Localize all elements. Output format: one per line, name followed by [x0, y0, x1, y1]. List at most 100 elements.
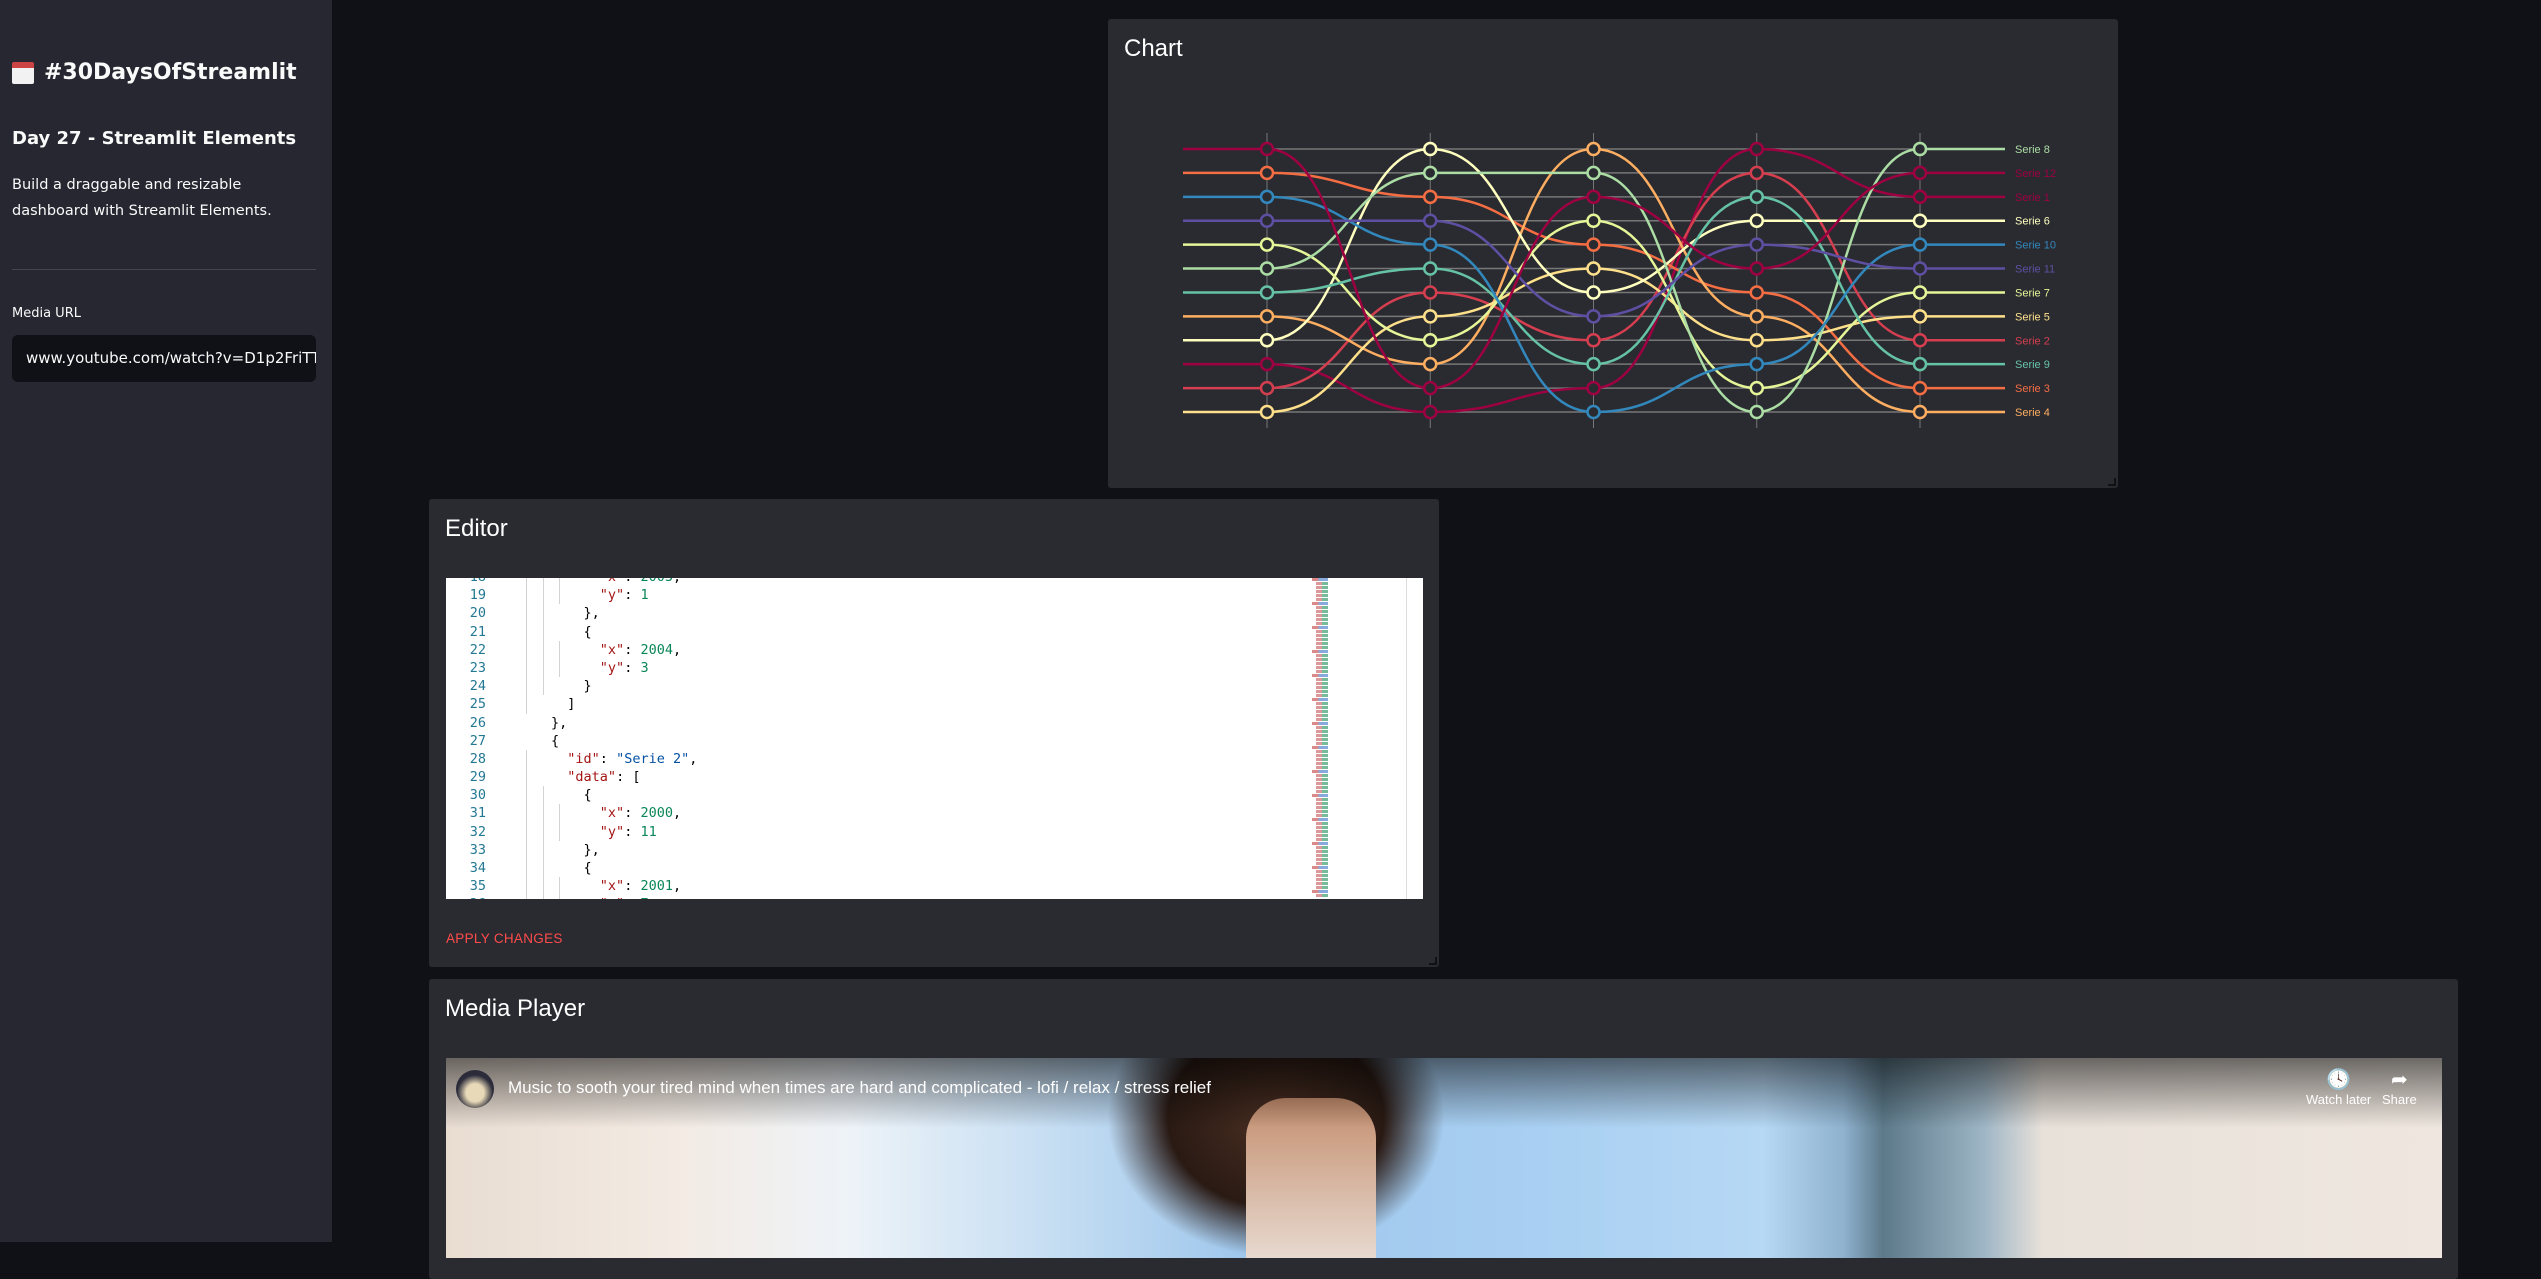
code-line[interactable]: 18 "x": 2003, — [446, 578, 1306, 587]
data-point[interactable] — [1423, 261, 1438, 276]
minimap-line — [1316, 870, 1328, 873]
code-line[interactable]: 33 }, — [446, 840, 1306, 859]
code-line[interactable]: 26 }, — [446, 714, 1306, 732]
data-point[interactable] — [1586, 356, 1601, 372]
code-line[interactable]: 24 } — [446, 677, 1306, 696]
code-line[interactable]: 35 "x": 2001, — [446, 877, 1306, 896]
data-point[interactable] — [1259, 285, 1275, 300]
data-point[interactable] — [1586, 165, 1601, 181]
data-point[interactable] — [1586, 189, 1601, 205]
data-point[interactable] — [1423, 309, 1438, 324]
data-point[interactable] — [1749, 141, 1764, 157]
data-point[interactable] — [1749, 237, 1764, 252]
data-point[interactable] — [1749, 309, 1764, 324]
data-point[interactable] — [1749, 285, 1764, 300]
data-point[interactable] — [1749, 356, 1764, 372]
data-point[interactable] — [1423, 404, 1438, 420]
data-point[interactable] — [1259, 309, 1275, 324]
data-point[interactable] — [1586, 380, 1601, 396]
data-point[interactable] — [1259, 189, 1275, 205]
data-point[interactable] — [1749, 333, 1764, 348]
data-point[interactable] — [1912, 213, 1928, 228]
data-point[interactable] — [1259, 237, 1275, 252]
editor-minimap[interactable] — [1306, 578, 1406, 899]
code-line[interactable]: 34 { — [446, 859, 1306, 878]
data-point[interactable] — [1423, 213, 1438, 228]
data-point[interactable] — [1749, 404, 1764, 420]
data-point[interactable] — [1749, 213, 1764, 228]
data-point[interactable] — [1423, 333, 1438, 348]
data-point[interactable] — [1912, 380, 1928, 396]
watch-later-button[interactable]: 🕓 Watch later — [2306, 1068, 2371, 1107]
code-line[interactable]: 21 { — [446, 622, 1306, 641]
media-url-input[interactable]: www.youtube.com/watch?v=D1p2FriTT5k — [12, 335, 316, 382]
data-point[interactable] — [1259, 380, 1275, 396]
data-point[interactable] — [1586, 261, 1601, 276]
data-point[interactable] — [1586, 141, 1601, 157]
editor-card[interactable]: Editor 18 "x": 2003,19 "y": 120 },21 {22… — [429, 499, 1439, 967]
data-point[interactable] — [1912, 165, 1928, 181]
video-player[interactable]: Music to sooth your tired mind when time… — [446, 1058, 2442, 1258]
code-line[interactable]: 27 { — [446, 732, 1306, 750]
chart-card-title[interactable]: Chart — [1124, 35, 1183, 63]
resize-handle[interactable] — [2108, 478, 2116, 486]
data-point[interactable] — [1423, 189, 1438, 205]
share-button[interactable]: ➦ Share — [2382, 1068, 2417, 1107]
data-point[interactable] — [1423, 285, 1438, 300]
resize-handle[interactable] — [1429, 957, 1437, 965]
data-point[interactable] — [1912, 141, 1928, 157]
channel-avatar[interactable] — [456, 1070, 494, 1108]
data-point[interactable] — [1912, 237, 1928, 252]
data-point[interactable] — [1749, 261, 1764, 276]
code-line[interactable]: 20 }, — [446, 604, 1306, 623]
media-card-title[interactable]: Media Player — [445, 995, 585, 1023]
media-player-card[interactable]: Media Player Music to sooth your tired m… — [429, 979, 2458, 1279]
data-point[interactable] — [1586, 213, 1601, 228]
data-point[interactable] — [1423, 237, 1438, 252]
video-title[interactable]: Music to sooth your tired mind when time… — [508, 1078, 1211, 1098]
code-line[interactable]: 25 ] — [446, 695, 1306, 714]
data-point[interactable] — [1423, 165, 1438, 181]
code-line[interactable]: 22 "x": 2004, — [446, 640, 1306, 659]
code-line[interactable]: 36 "y": 7 — [446, 895, 1306, 899]
editor-scrollbar[interactable] — [1406, 578, 1407, 899]
data-point[interactable] — [1912, 404, 1928, 420]
code-line[interactable]: 23 "y": 3 — [446, 658, 1306, 678]
code-line[interactable]: 19 "y": 1 — [446, 586, 1306, 605]
data-point[interactable] — [1749, 189, 1764, 205]
data-point[interactable] — [1586, 404, 1601, 420]
data-point[interactable] — [1749, 380, 1764, 396]
code-line[interactable]: 30 { — [446, 786, 1306, 805]
data-point[interactable] — [1259, 261, 1275, 276]
data-point[interactable] — [1586, 309, 1601, 324]
data-point[interactable] — [1912, 356, 1928, 372]
data-point[interactable] — [1259, 404, 1275, 420]
editor-card-title[interactable]: Editor — [445, 515, 508, 543]
data-point[interactable] — [1259, 165, 1275, 181]
data-point[interactable] — [1912, 333, 1928, 348]
data-point[interactable] — [1423, 356, 1438, 372]
data-point[interactable] — [1912, 285, 1928, 300]
apply-changes-button[interactable]: APPLY CHANGES — [446, 931, 563, 946]
legend-label: Serie 12 — [2015, 168, 2056, 180]
chart-card[interactable]: Serie 1 Serie 2 Serie 3 Serie 4 Serie 5 Serie… — [1108, 19, 2118, 488]
code-line[interactable]: 32 "y": 11 — [446, 822, 1306, 841]
data-point[interactable] — [1912, 189, 1928, 205]
data-point[interactable] — [1423, 380, 1438, 396]
data-point[interactable] — [1259, 333, 1275, 348]
data-point[interactable] — [1423, 141, 1438, 157]
code-line[interactable]: 31 "x": 2000, — [446, 804, 1306, 823]
data-point[interactable] — [1586, 333, 1601, 348]
code-line[interactable]: 28 "id": "Serie 2", — [446, 749, 1306, 769]
data-point[interactable] — [1586, 237, 1601, 252]
data-point[interactable] — [1912, 261, 1928, 276]
code-editor[interactable]: 18 "x": 2003,19 "y": 120 },21 {22 "x": 2… — [446, 578, 1423, 899]
data-point[interactable] — [1586, 285, 1601, 300]
data-point[interactable] — [1259, 141, 1275, 157]
data-point[interactable] — [1912, 309, 1928, 324]
data-point[interactable] — [1749, 165, 1764, 181]
code-line[interactable]: 29 "data": [ — [446, 768, 1306, 787]
code-lines[interactable]: 18 "x": 2003,19 "y": 120 },21 {22 "x": 2… — [446, 578, 1306, 899]
data-point[interactable] — [1259, 213, 1275, 228]
data-point[interactable] — [1259, 356, 1275, 372]
